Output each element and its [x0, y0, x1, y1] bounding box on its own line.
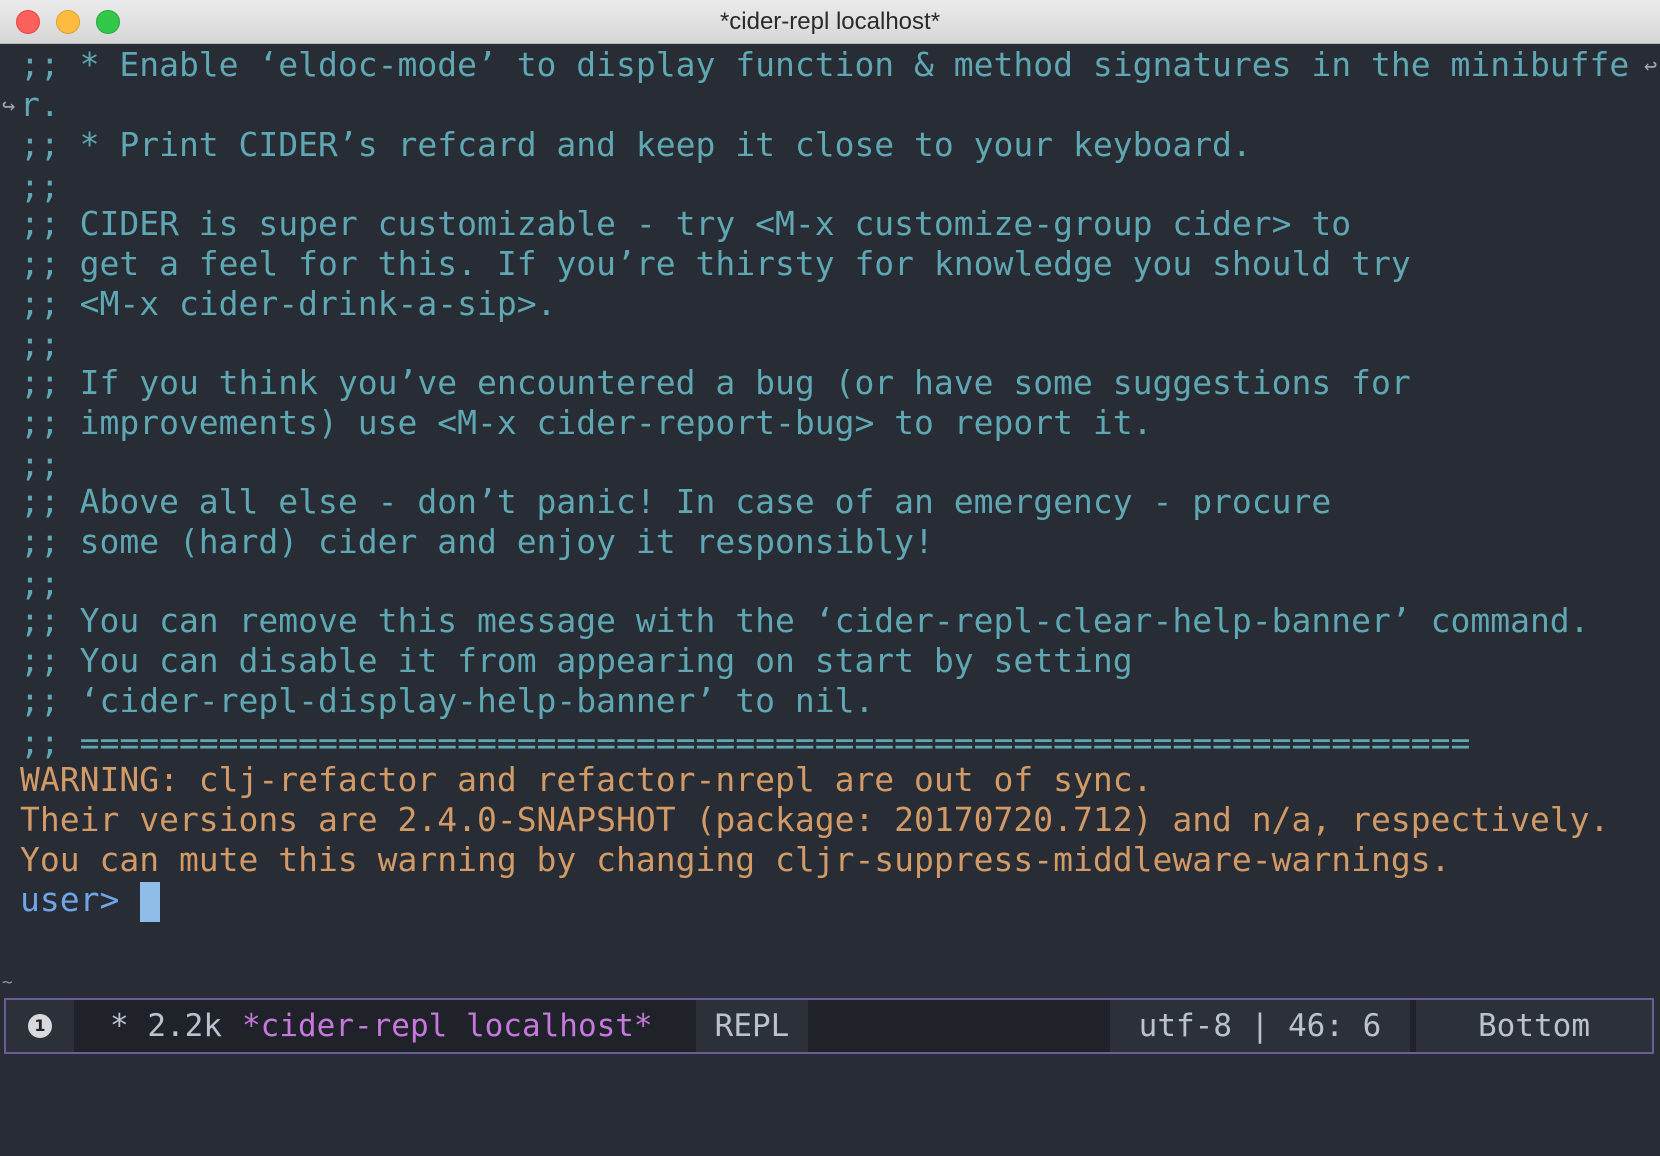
comment-line: ;; <M-x cider-drink-a-sip>. [20, 284, 557, 323]
comment-line: ;; [20, 167, 60, 206]
mode-line: 1 * 2.2k *cider-repl localhost* REPL utf… [4, 998, 1654, 1054]
comment-line: ;; You can remove this message with the … [20, 601, 1590, 640]
comment-separator-line: ;; =====================================… [20, 723, 1471, 762]
text-cursor[interactable] [140, 882, 160, 922]
comment-line: ;; [20, 325, 60, 364]
comment-line: ;; CIDER is super customizable - try <M-… [20, 204, 1352, 243]
comment-line: ;; [20, 445, 60, 484]
comment-line: ;; Above all else - don’t panic! In case… [20, 482, 1332, 521]
warning-line: WARNING: clj-refactor and refactor-nrepl… [20, 760, 1153, 799]
major-mode[interactable]: REPL [696, 1000, 808, 1052]
comment-line: ;; [20, 564, 60, 603]
repl-prompt: user> [20, 880, 120, 919]
window-number-segment: 1 [6, 1000, 74, 1052]
line-wrap-left-icon: ↪ [2, 94, 16, 119]
comment-line: ;; * Enable ‘eldoc-mode’ to display func… [20, 45, 1630, 84]
window-titlebar: *cider-repl localhost* [0, 0, 1660, 44]
echo-area [0, 1054, 1660, 1102]
warning-line: Their versions are 2.4.0-SNAPSHOT (packa… [20, 800, 1610, 839]
buffer-name[interactable]: *cider-repl localhost* [242, 1000, 653, 1052]
window-number-icon: 1 [28, 1014, 52, 1038]
modified-size: * 2.2k [110, 1008, 222, 1044]
comment-line: r. [20, 85, 60, 124]
encoding-position: utf-8 | 46: 6 [1110, 1000, 1410, 1052]
scroll-position: Bottom [1416, 1000, 1652, 1052]
comment-line: ;; * Print CIDER’s refcard and keep it c… [20, 125, 1252, 164]
comment-line: ;; some (hard) cider and enjoy it respon… [20, 522, 934, 561]
comment-line: ;; improvements) use <M-x cider-report-b… [20, 403, 1153, 442]
repl-buffer[interactable]: ;; * Enable ‘eldoc-mode’ to display func… [0, 44, 1660, 994]
window-title: *cider-repl localhost* [719, 8, 941, 35]
comment-line: ;; ‘cider-repl-display-help-banner’ to n… [20, 681, 875, 720]
comment-line: ;; You can disable it from appearing on … [20, 641, 1133, 680]
line-wrap-right-icon: ↩ [1644, 54, 1658, 79]
fringe-tilde-icon: ~ [2, 972, 13, 993]
comment-line: ;; get a feel for this. If you’re thirst… [20, 244, 1411, 283]
comment-line: ;; If you think you’ve encountered a bug… [20, 363, 1411, 402]
warning-line: You can mute this warning by changing cl… [20, 840, 1451, 879]
